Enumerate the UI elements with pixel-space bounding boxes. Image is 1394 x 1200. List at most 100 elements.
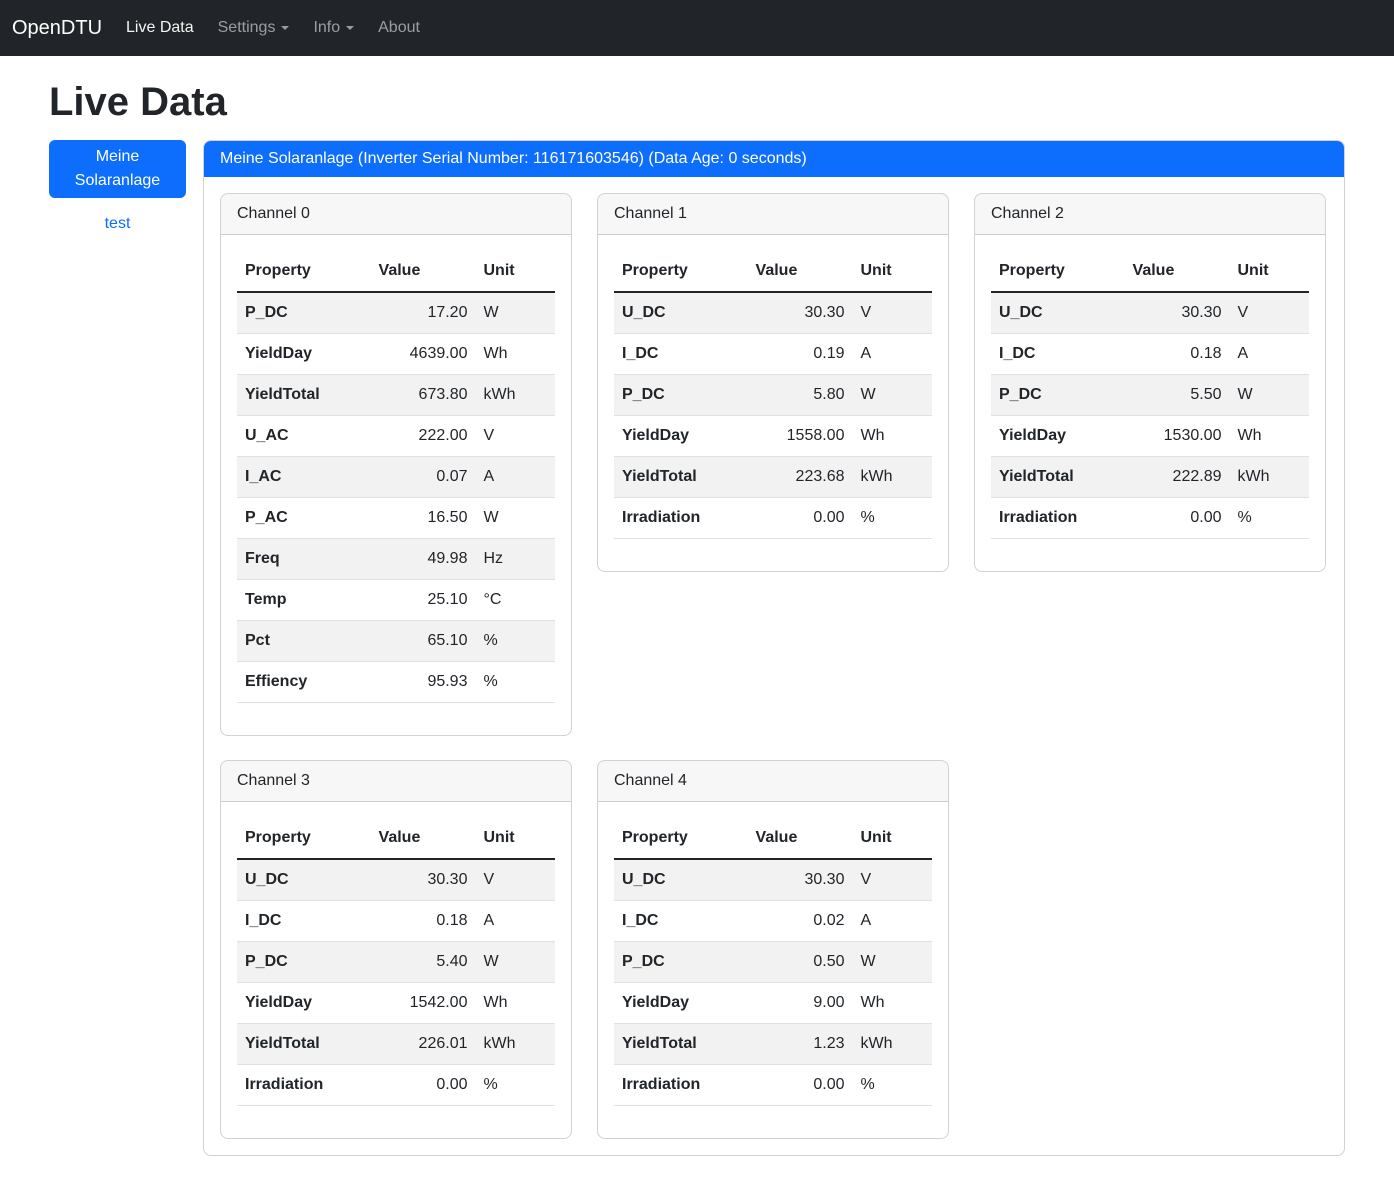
col-header-property: Property (237, 251, 371, 292)
channel-table-row: I_DC0.18A (237, 901, 555, 942)
channel-table: Property Value Unit U_DC30.30VI_DC0.18AP… (991, 251, 1309, 539)
cell-value: 0.07 (371, 457, 476, 498)
channel-card: Channel 2 Property Value Unit U_DC30.30V… (974, 193, 1326, 572)
channel-table-header-row: Property Value Unit (991, 251, 1309, 292)
cell-unit: V (475, 416, 555, 457)
cell-property: Irradiation (614, 498, 748, 539)
chevron-down-icon (281, 26, 289, 30)
channel-table-body: U_DC30.30VI_DC0.18AP_DC5.50WYieldDay1530… (991, 292, 1309, 539)
channel-table-header-row: Property Value Unit (614, 251, 932, 292)
cell-property: U_AC (237, 416, 371, 457)
col-header-property: Property (237, 818, 371, 859)
col-header-value: Value (371, 251, 476, 292)
col-header-unit: Unit (852, 251, 932, 292)
cell-property: P_AC (237, 498, 371, 539)
cell-property: YieldTotal (237, 1024, 371, 1065)
channel-table-row: Irradiation0.00% (614, 1065, 932, 1106)
nav-item-live-data-label: Live Data (126, 19, 194, 37)
inverter-test-link[interactable]: test (49, 215, 186, 233)
cell-unit: % (475, 621, 555, 662)
cell-value: 0.00 (748, 1065, 853, 1106)
cell-unit: kWh (475, 1024, 555, 1065)
channel-table-row: Freq49.98Hz (237, 539, 555, 580)
channel-table-row: YieldDay9.00Wh (614, 983, 932, 1024)
cell-value: 30.30 (1125, 292, 1230, 334)
channel-table-row: U_DC30.30V (237, 859, 555, 901)
cell-unit: Wh (852, 983, 932, 1024)
channel-table-row: I_DC0.19A (614, 334, 932, 375)
channel-card: Channel 4 Property Value Unit U_DC30.30V… (597, 760, 949, 1139)
cell-property: YieldTotal (614, 1024, 748, 1065)
channel-title: Channel 1 (598, 194, 948, 235)
cell-property: U_DC (237, 859, 371, 901)
cell-unit: kWh (852, 457, 932, 498)
inverter-select-button[interactable]: Meine Solaranlage (49, 140, 186, 198)
inverter-sidebar: Meine Solaranlage test (49, 140, 186, 233)
channel-table-row: I_AC0.07A (237, 457, 555, 498)
cell-unit: W (852, 942, 932, 983)
cell-value: 65.10 (371, 621, 476, 662)
nav-item-settings[interactable]: Settings (210, 11, 298, 45)
cell-unit: V (475, 859, 555, 901)
app-brand[interactable]: OpenDTU (12, 17, 102, 40)
channel-table-row: U_AC222.00V (237, 416, 555, 457)
channel-table-row: YieldDay4639.00Wh (237, 334, 555, 375)
col-header-unit: Unit (475, 251, 555, 292)
channel-table-row: U_DC30.30V (614, 292, 932, 334)
cell-unit: W (475, 292, 555, 334)
content-layout: Meine Solaranlage test Meine Solaranlage… (49, 140, 1345, 1186)
nav-item-about-label: About (378, 19, 420, 37)
channel-table-row: P_DC5.80W (614, 375, 932, 416)
cell-value: 0.19 (748, 334, 853, 375)
cell-unit: % (475, 1065, 555, 1106)
cell-unit: kWh (1229, 457, 1309, 498)
channel-table-row: YieldDay1558.00Wh (614, 416, 932, 457)
col-header-unit: Unit (852, 818, 932, 859)
cell-unit: % (475, 662, 555, 703)
col-header-property: Property (614, 818, 748, 859)
cell-value: 30.30 (371, 859, 476, 901)
channel-table-row: U_DC30.30V (614, 859, 932, 901)
col-header-unit: Unit (475, 818, 555, 859)
channel-table-row: Pct65.10% (237, 621, 555, 662)
channel-table-row: P_DC5.40W (237, 942, 555, 983)
cell-unit: W (475, 942, 555, 983)
cell-value: 0.00 (371, 1065, 476, 1106)
channel-table-row: YieldDay1530.00Wh (991, 416, 1309, 457)
col-header-property: Property (614, 251, 748, 292)
nav-item-live-data[interactable]: Live Data (118, 11, 202, 45)
cell-property: Irradiation (614, 1065, 748, 1106)
cell-property: I_DC (991, 334, 1125, 375)
channel-table-row: YieldTotal1.23kWh (614, 1024, 932, 1065)
cell-property: U_DC (614, 292, 748, 334)
cell-value: 222.89 (1125, 457, 1230, 498)
cell-property: U_DC (614, 859, 748, 901)
cell-property: Irradiation (237, 1065, 371, 1106)
nav-item-about[interactable]: About (370, 11, 428, 45)
cell-property: Pct (237, 621, 371, 662)
channel-table-row: I_DC0.02A (614, 901, 932, 942)
cell-value: 0.00 (1125, 498, 1230, 539)
cell-property: P_DC (237, 942, 371, 983)
cell-property: YieldDay (237, 334, 371, 375)
cell-unit: Wh (852, 416, 932, 457)
channel-card-body: Property Value Unit U_DC30.30VI_DC0.18AP… (975, 235, 1325, 571)
channel-card-body: Property Value Unit U_DC30.30VI_DC0.19AP… (598, 235, 948, 571)
cell-unit: V (1229, 292, 1309, 334)
cell-unit: °C (475, 580, 555, 621)
channel-table-body: U_DC30.30VI_DC0.19AP_DC5.80WYieldDay1558… (614, 292, 932, 539)
nav-item-info[interactable]: Info (305, 11, 362, 45)
cell-value: 0.50 (748, 942, 853, 983)
cell-value: 5.40 (371, 942, 476, 983)
cell-property: U_DC (991, 292, 1125, 334)
channel-card-body: Property Value Unit U_DC30.30VI_DC0.18AP… (221, 802, 571, 1138)
page-title: Live Data (49, 78, 1345, 126)
cell-value: 30.30 (748, 859, 853, 901)
cell-value: 223.68 (748, 457, 853, 498)
channel-table-header-row: Property Value Unit (237, 818, 555, 859)
channel-table: Property Value Unit P_DC17.20WYieldDay46… (237, 251, 555, 703)
col-header-value: Value (371, 818, 476, 859)
channel-card: Channel 0 Property Value Unit P_DC17.20W… (220, 193, 572, 736)
cell-value: 1558.00 (748, 416, 853, 457)
cell-value: 226.01 (371, 1024, 476, 1065)
